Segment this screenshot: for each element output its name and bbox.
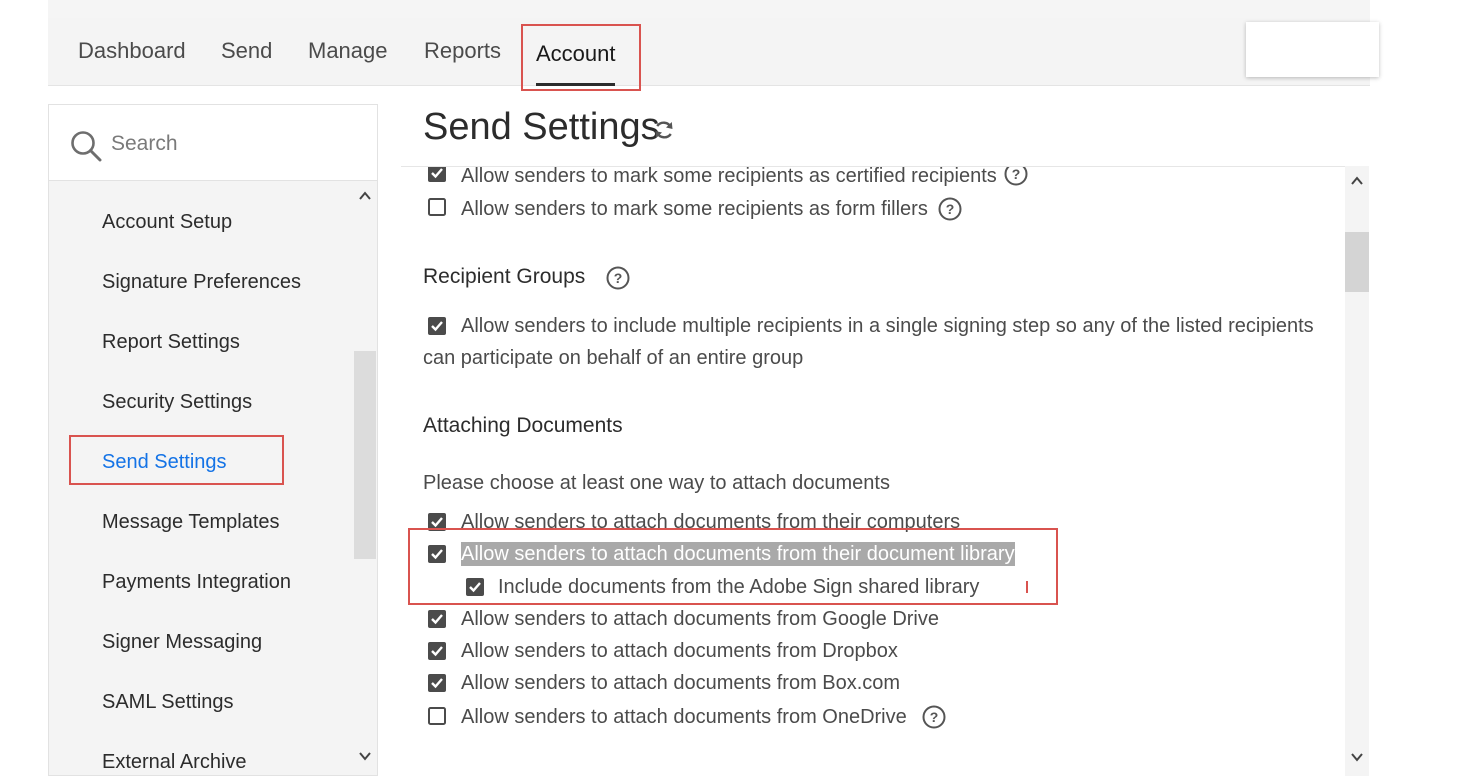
sidebar-item-signer-messaging[interactable]: Signer Messaging [102, 631, 262, 654]
section-heading-attaching-documents: Attaching Documents [423, 414, 623, 437]
callout-box-account [521, 24, 641, 91]
top-strip [48, 0, 1370, 18]
checkbox-form-fillers[interactable] [428, 198, 446, 216]
svg-text:?: ? [946, 201, 955, 217]
tab-dashboard[interactable]: Dashboard [78, 38, 186, 64]
sidebar-scroll-thumb[interactable] [354, 351, 376, 559]
tab-send[interactable]: Send [221, 38, 272, 64]
chevron-down-icon[interactable] [1350, 750, 1364, 764]
sidebar-item-signature-preferences[interactable]: Signature Preferences [102, 271, 301, 294]
svg-text:?: ? [614, 270, 623, 286]
tab-manage[interactable]: Manage [308, 38, 388, 64]
sidebar-item-report-settings[interactable]: Report Settings [102, 331, 240, 354]
refresh-icon[interactable] [652, 118, 676, 142]
option-attach-box-label: Allow senders to attach documents from B… [461, 672, 901, 694]
checkbox-attach-onedrive[interactable] [428, 707, 446, 725]
sidebar-item-payments-integration[interactable]: Payments Integration [102, 571, 291, 594]
option-attach-onedrive-label: Allow senders to attach documents from O… [461, 706, 907, 728]
checkbox-recipient-groups[interactable] [428, 317, 446, 335]
search-input[interactable] [111, 127, 351, 161]
chevron-down-icon[interactable] [358, 749, 372, 763]
option-attach-dropbox-label: Allow senders to attach documents from D… [461, 640, 898, 662]
chevron-up-icon[interactable] [358, 189, 372, 203]
help-icon[interactable]: ? [606, 266, 630, 290]
search-box [49, 105, 377, 181]
sidebar-item-security-settings[interactable]: Security Settings [102, 391, 252, 414]
option-form-fillers-label: Allow senders to mark some recipients as… [461, 198, 928, 220]
option-certified-recipients-label: Allow senders to mark some recipients as… [461, 166, 997, 187]
checkbox-attach-google-drive[interactable] [428, 610, 446, 628]
callout-box-document-library [408, 528, 1058, 605]
page-title: Send Settings [423, 106, 660, 148]
help-icon[interactable]: ? [1004, 166, 1028, 186]
top-nav: Dashboard Send Manage Reports Account [48, 18, 1370, 86]
option-recipient-groups-label-cont: can participate on behalf of an entire g… [423, 347, 804, 369]
search-icon [71, 131, 102, 162]
section-heading-recipient-groups: Recipient Groups [423, 265, 586, 288]
tab-reports[interactable]: Reports [424, 38, 501, 64]
help-icon[interactable]: ? [938, 197, 962, 221]
settings-content: Allow senders to mark some recipients as… [401, 166, 1369, 776]
checkbox-certified-recipients[interactable] [428, 166, 446, 182]
svg-text:?: ? [1012, 166, 1021, 182]
checkbox-attach-dropbox[interactable] [428, 642, 446, 660]
user-menu[interactable] [1246, 22, 1379, 77]
callout-box-send-settings [69, 435, 284, 485]
sidebar-item-external-archive[interactable]: External Archive [102, 751, 247, 774]
sidebar-item-account-setup[interactable]: Account Setup [102, 211, 232, 234]
chevron-up-icon[interactable] [1350, 174, 1364, 188]
attach-instruction: Please choose at least one way to attach… [423, 472, 890, 494]
sidebar-item-message-templates[interactable]: Message Templates [102, 511, 280, 534]
option-recipient-groups-label: Allow senders to include multiple recipi… [461, 315, 1314, 337]
help-icon[interactable]: ? [922, 705, 946, 729]
option-attach-google-drive-label: Allow senders to attach documents from G… [461, 608, 939, 630]
sidebar-item-saml-settings[interactable]: SAML Settings [102, 691, 234, 714]
checkbox-attach-box[interactable] [428, 674, 446, 692]
svg-text:?: ? [930, 709, 939, 725]
content-scroll-thumb[interactable] [1345, 232, 1369, 292]
